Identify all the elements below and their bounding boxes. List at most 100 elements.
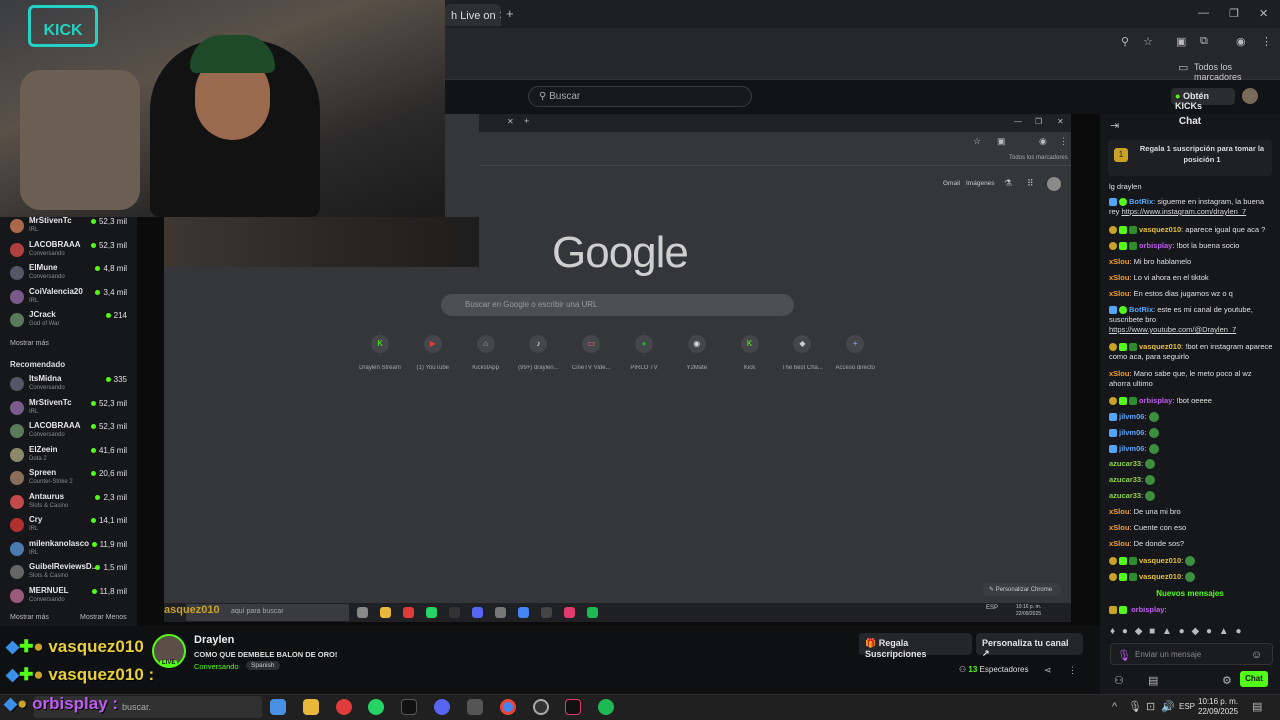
restore-icon[interactable]: ❐ bbox=[1229, 7, 1239, 20]
recommended-channel[interactable]: Spreen Counter-Strike 2 20,6 mil bbox=[0, 467, 137, 489]
chat-username[interactable]: orbisplay bbox=[1139, 396, 1172, 405]
shortcut-label: CineTV Vide... bbox=[571, 365, 611, 371]
close-window-icon[interactable]: ✕ bbox=[1259, 7, 1268, 20]
chat-username[interactable]: xSlou bbox=[1109, 369, 1129, 378]
new-messages-divider[interactable]: Nuevos mensajes bbox=[1100, 589, 1280, 598]
recommended-channel[interactable]: milenkanolasco IRL 11,9 mil bbox=[0, 538, 137, 560]
shortcut-label: (1) YouTube bbox=[416, 365, 450, 371]
chat-username[interactable]: xSlou bbox=[1109, 523, 1129, 532]
recommended-channel[interactable]: GuibelReviewsD... Slots & Casino 1,5 mil bbox=[0, 561, 137, 583]
minimize-icon[interactable]: — bbox=[1198, 7, 1209, 19]
recommended-channel[interactable]: MERNUEL Conversando 11,8 mil bbox=[0, 585, 137, 607]
chat-username[interactable]: jilvm06 bbox=[1119, 444, 1144, 453]
gift-subs-button[interactable]: 🎁 Regala Suscripciones bbox=[859, 633, 972, 659]
recommended-channel[interactable]: ItsMidna Conversando 335 bbox=[0, 373, 137, 395]
language-tag[interactable]: Spanish bbox=[246, 661, 280, 670]
all-bookmarks-link[interactable]: Todos los marcadores bbox=[1194, 62, 1280, 82]
tray-chevron-icon[interactable]: ^ bbox=[1112, 701, 1117, 713]
recommended-channel[interactable]: LACOBRAAA Conversando 52,3 mil bbox=[0, 420, 137, 442]
plus-icon[interactable]: + bbox=[506, 6, 514, 21]
menu-icon[interactable]: ⋮ bbox=[1261, 35, 1272, 48]
emote-bar[interactable]: ♦ ● ◆ ■ ▲ ● ◆ ● ▲ ● bbox=[1110, 626, 1275, 637]
chat-username[interactable]: vasquez010 bbox=[1139, 556, 1181, 565]
user-avatar[interactable] bbox=[1242, 88, 1258, 104]
settings-app-icon[interactable] bbox=[467, 699, 483, 715]
coin-icon-2: ● bbox=[33, 665, 44, 684]
spotify-icon[interactable] bbox=[598, 699, 614, 715]
steam-icon[interactable] bbox=[533, 699, 549, 715]
show-less-link[interactable]: Mostrar Menos bbox=[80, 614, 127, 621]
more-icon[interactable]: ⋮ bbox=[1068, 665, 1077, 676]
following-channel[interactable]: JCrack God of War 214 bbox=[0, 309, 137, 331]
recommended-channel[interactable]: ElZeein Dota 2 41,6 mil bbox=[0, 444, 137, 466]
recommended-channel[interactable]: MrStivenTc IRL 52,3 mil bbox=[0, 397, 137, 419]
send-chat-button[interactable]: Chat bbox=[1240, 671, 1268, 687]
chat-username[interactable]: vasquez010 bbox=[1139, 342, 1181, 351]
volume-icon[interactable]: 🔊 bbox=[1161, 700, 1175, 713]
shortcut-icon: + bbox=[846, 335, 865, 353]
chat-username[interactable]: xSlou bbox=[1109, 273, 1129, 282]
stream-category[interactable]: Conversando bbox=[194, 662, 239, 671]
chat-username[interactable]: xSlou bbox=[1109, 257, 1129, 266]
chrome-icon[interactable] bbox=[500, 699, 516, 715]
notifications-icon[interactable]: ▤ bbox=[1252, 700, 1262, 713]
share-icon[interactable]: ⋖ bbox=[1044, 665, 1052, 676]
chat-username[interactable]: xSlou bbox=[1109, 289, 1129, 298]
channel-name: LACOBRAAA bbox=[29, 421, 81, 430]
calendar-icon[interactable]: ▤ bbox=[1148, 674, 1158, 687]
chat-username[interactable]: jilvm06 bbox=[1119, 412, 1144, 421]
following-channel[interactable]: CoiValencia20 IRL 3,4 mil bbox=[0, 286, 137, 308]
chat-username[interactable]: vasquez010 bbox=[1139, 225, 1181, 234]
chat-username[interactable]: jilvm06 bbox=[1119, 428, 1144, 437]
puzzle-icon[interactable]: ⧉ bbox=[1200, 35, 1208, 48]
points-icon[interactable]: ⚇ bbox=[1114, 674, 1124, 687]
taskbar-clock[interactable]: 10:16 p. m. 22/09/2025 bbox=[1198, 697, 1238, 717]
recommended-channel[interactable]: Antaurus Slots & Casino 2,3 mil bbox=[0, 491, 137, 513]
chat-username[interactable]: azucar33 bbox=[1109, 475, 1141, 484]
emoji-icon[interactable]: ☺ bbox=[1251, 649, 1262, 661]
star-icon[interactable]: ☆ bbox=[1143, 35, 1153, 48]
discord-icon[interactable] bbox=[434, 699, 450, 715]
extension-icon[interactable]: ▣ bbox=[1176, 35, 1186, 48]
language-indicator[interactable]: ESP bbox=[1179, 702, 1195, 711]
chat-username[interactable]: orbisplay bbox=[1131, 605, 1164, 614]
chat-username[interactable]: azucar33 bbox=[1109, 491, 1141, 500]
streamer-name[interactable]: Draylen bbox=[194, 634, 234, 646]
show-more-link-2[interactable]: Mostrar más bbox=[10, 614, 49, 621]
following-channel[interactable]: ElMune Conversando 4,8 mil bbox=[0, 262, 137, 284]
close-icon[interactable]: ✕ bbox=[499, 10, 501, 22]
zoom-icon[interactable]: ⚲ bbox=[1121, 35, 1129, 48]
chat-username[interactable]: BotRix bbox=[1129, 305, 1153, 314]
webcam-overlay-lower bbox=[164, 217, 479, 267]
shortcut-label: Y2Mate bbox=[686, 365, 708, 371]
mic-tray-icon[interactable]: 🎙 bbox=[1128, 700, 1142, 713]
customize-channel-button[interactable]: Personaliza tu canal ↗ bbox=[976, 633, 1083, 658]
get-kicks-button[interactable]: ● Obtén KICKs bbox=[1171, 88, 1235, 111]
file-explorer-icon[interactable] bbox=[303, 699, 319, 715]
chat-username[interactable]: xSlou bbox=[1109, 539, 1129, 548]
obs-icon[interactable] bbox=[401, 699, 417, 715]
search-input[interactable]: ⚲ Buscar bbox=[528, 86, 752, 107]
whatsapp-icon[interactable] bbox=[368, 699, 384, 715]
chat-username[interactable]: orbisplay bbox=[1139, 241, 1172, 250]
tiktok-icon[interactable] bbox=[565, 699, 581, 715]
opera-icon[interactable] bbox=[336, 699, 352, 715]
settings-icon[interactable]: ⚙ bbox=[1222, 674, 1232, 687]
recommended-channel[interactable]: Cry IRL 14,1 mil bbox=[0, 514, 137, 536]
following-channel[interactable]: MrStivenTc IRL 52,3 mil bbox=[0, 215, 137, 237]
chat-link[interactable]: https://www.instagram.com/draylen_7 bbox=[1122, 207, 1247, 216]
mic-icon[interactable]: 🎙 bbox=[1117, 649, 1131, 662]
chat-input[interactable]: Enviar un mensaje bbox=[1110, 643, 1273, 665]
chat-link[interactable]: https://www.youtube.com/@Draylen_7 bbox=[1109, 325, 1236, 334]
chat-username[interactable]: vasquez010 bbox=[1139, 572, 1181, 581]
taskview-icon[interactable] bbox=[270, 699, 286, 715]
chat-username[interactable]: azucar33 bbox=[1109, 459, 1141, 468]
show-more-link[interactable]: Mostrar más bbox=[10, 340, 49, 347]
network-icon[interactable]: ⊡ bbox=[1146, 700, 1155, 713]
browser-tab[interactable]: h Live on ✕ bbox=[445, 4, 501, 26]
gift-sub-banner[interactable]: 1 Regala 1 suscripción para tomar la pos… bbox=[1108, 140, 1272, 176]
profile-icon[interactable]: ◉ bbox=[1236, 35, 1246, 48]
chat-username[interactable]: xSlou bbox=[1109, 507, 1129, 516]
chat-username[interactable]: BotRix bbox=[1129, 197, 1153, 206]
following-channel[interactable]: LACOBRAAA Conversando 52,3 mil bbox=[0, 239, 137, 261]
